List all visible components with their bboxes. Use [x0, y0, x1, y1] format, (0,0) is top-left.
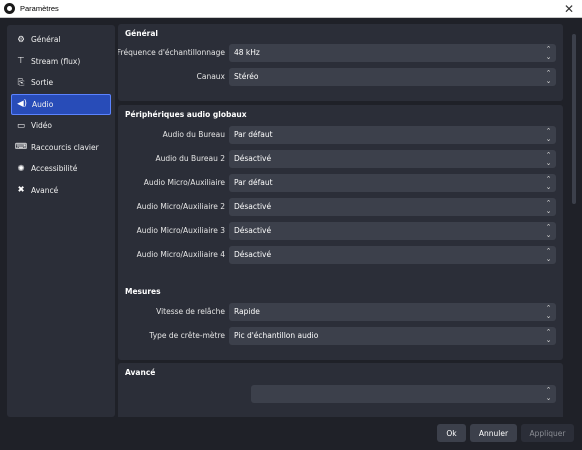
field-label: Audio du Bureau 2 — [155, 154, 225, 163]
desktop-audio-2-row: Audio du Bureau 2 Désactivé ⌃ ⌄ — [118, 150, 563, 168]
select-value: Désactivé — [234, 226, 272, 235]
channels-select[interactable]: Stéréo ⌃ ⌄ — [229, 68, 556, 86]
desktop-audio-select[interactable]: Par défaut ⌃ ⌄ — [229, 126, 556, 144]
keyboard-icon: ⌨ — [14, 142, 28, 153]
advanced-group: Avancé ⌃ ⌄ — [118, 363, 563, 417]
close-window-button[interactable]: ✕ — [562, 2, 576, 16]
sidebar-item-label: Général — [31, 35, 61, 45]
chevron-updown-icon: ⌃ ⌄ — [545, 199, 552, 215]
global-audio-devices-group: Périphériques audio globaux Audio du Bur… — [118, 105, 563, 293]
sidebar-item-label: Avancé — [31, 185, 59, 195]
mic-aux-2-select[interactable]: Désactivé ⌃ ⌄ — [229, 198, 556, 216]
monitor-icon: ▭ — [16, 120, 26, 131]
field-label: Fréquence d'échantillonnage — [118, 48, 225, 57]
channels-row: Canaux Stéréo ⌃ ⌄ — [118, 68, 563, 86]
field-label: Audio du Bureau — [162, 130, 225, 139]
select-value: Désactivé — [234, 202, 272, 211]
settings-content: Général Fréquence d'échantillonnage 48 k… — [118, 24, 570, 417]
general-group: Général Fréquence d'échantillonnage 48 k… — [118, 24, 563, 101]
mic-aux-4-select[interactable]: Désactivé ⌃ ⌄ — [229, 246, 556, 264]
sidebar-item-stream[interactable]: ⊤ Stream (flux) — [7, 51, 115, 73]
gear-icon: ⚙ — [17, 34, 25, 45]
settings-sidebar: ⚙ Général ⊤ Stream (flux) ⎘ Sortie ◀) Audio … — [7, 25, 115, 417]
chevron-updown-icon: ⌃ ⌄ — [545, 175, 552, 191]
sample-rate-select[interactable]: 48 kHz ⌃ ⌄ — [229, 44, 556, 62]
sidebar-item-output[interactable]: ⎘ Sortie — [7, 72, 115, 94]
sidebar-item-video[interactable]: ▭ Vidéo — [7, 115, 115, 137]
obs-logo-icon — [4, 3, 15, 14]
antenna-icon: ⊤ — [17, 56, 25, 67]
select-value: Stéréo — [234, 72, 259, 81]
meters-group: Mesures Vitesse de relâche Rapide ⌃ ⌄ Type… — [118, 282, 563, 360]
advanced-select[interactable]: ⌃ ⌄ — [251, 385, 556, 403]
sidebar-item-audio[interactable]: ◀) Audio — [11, 93, 111, 115]
chevron-updown-icon: ⌃ ⌄ — [545, 45, 552, 61]
ok-button[interactable]: Ok — [437, 424, 466, 442]
sidebar-item-label: Vidéo — [31, 121, 53, 131]
content-scrollbar[interactable] — [571, 24, 577, 417]
mic-aux-2-row: Audio Micro/Auxiliaire 2 Désactivé ⌃ ⌄ — [118, 198, 563, 216]
sidebar-item-hotkeys[interactable]: ⌨ Raccourcis clavier — [7, 137, 115, 159]
accessibility-icon: ✺ — [17, 163, 25, 174]
group-title: Mesures — [125, 287, 161, 296]
field-label: Type de crête-mètre — [149, 331, 225, 340]
window-title: Paramètres — [20, 4, 59, 13]
chevron-updown-icon: ⌃ ⌄ — [545, 386, 552, 402]
sidebar-item-label: Sortie — [31, 78, 54, 88]
chevron-updown-icon: ⌃ ⌄ — [545, 127, 552, 143]
mic-aux-3-select[interactable]: Désactivé ⌃ ⌄ — [229, 222, 556, 240]
field-label: Audio Micro/Auxiliaire 2 — [136, 202, 225, 211]
desktop-audio-2-select[interactable]: Désactivé ⌃ ⌄ — [229, 150, 556, 168]
chevron-updown-icon: ⌃ ⌄ — [545, 304, 552, 320]
field-label: Audio Micro/Auxiliaire 4 — [136, 250, 225, 259]
apply-button[interactable]: Appliquer — [521, 424, 574, 442]
sidebar-item-label: Audio — [32, 99, 54, 109]
field-label: Audio Micro/Auxiliaire 3 — [136, 226, 225, 235]
cancel-button[interactable]: Annuler — [470, 424, 517, 442]
speaker-icon: ◀) — [17, 99, 27, 110]
select-value: Pic d'échantillon audio — [234, 331, 319, 340]
title-bar: Paramètres ✕ — [0, 0, 582, 18]
tools-icon: ✖ — [17, 185, 25, 196]
sample-rate-row: Fréquence d'échantillonnage 48 kHz ⌃ ⌄ — [118, 44, 563, 62]
mic-aux-row: Audio Micro/Auxiliaire Par défaut ⌃ ⌄ — [118, 174, 563, 192]
scrollbar-thumb[interactable] — [572, 34, 576, 204]
select-value: Rapide — [234, 307, 260, 316]
desktop-audio-row: Audio du Bureau Par défaut ⌃ ⌄ — [118, 126, 563, 144]
mic-aux-4-row: Audio Micro/Auxiliaire 4 Désactivé ⌃ ⌄ — [118, 246, 563, 264]
chevron-updown-icon: ⌃ ⌄ — [545, 69, 552, 85]
chevron-updown-icon: ⌃ ⌄ — [545, 151, 552, 167]
mic-aux-select[interactable]: Par défaut ⌃ ⌄ — [229, 174, 556, 192]
group-title: Général — [125, 29, 158, 38]
field-label: Vitesse de relâche — [156, 307, 225, 316]
decay-rate-select[interactable]: Rapide ⌃ ⌄ — [229, 303, 556, 321]
sidebar-item-label: Accessibilité — [31, 164, 78, 174]
group-title: Avancé — [125, 368, 156, 377]
chevron-updown-icon: ⌃ ⌄ — [545, 223, 552, 239]
chevron-updown-icon: ⌃ ⌄ — [545, 328, 552, 344]
output-icon: ⎘ — [17, 77, 25, 88]
sidebar-item-accessibility[interactable]: ✺ Accessibilité — [7, 158, 115, 180]
select-value: 48 kHz — [234, 48, 260, 57]
select-value: Par défaut — [234, 178, 273, 187]
sidebar-item-label: Raccourcis clavier — [31, 142, 99, 152]
peak-meter-type-row: Type de crête-mètre Pic d'échantillon au… — [118, 327, 563, 345]
mic-aux-3-row: Audio Micro/Auxiliaire 3 Désactivé ⌃ ⌄ — [118, 222, 563, 240]
sidebar-item-general[interactable]: ⚙ Général — [7, 29, 115, 51]
select-value: Par défaut — [234, 130, 273, 139]
field-label: Audio Micro/Auxiliaire — [143, 178, 225, 187]
sidebar-item-advanced[interactable]: ✖ Avancé — [7, 180, 115, 202]
select-value: Désactivé — [234, 154, 272, 163]
advanced-row-partial: ⌃ ⌄ — [118, 385, 563, 403]
chevron-updown-icon: ⌃ ⌄ — [545, 247, 552, 263]
sidebar-item-label: Stream (flux) — [31, 56, 81, 66]
group-title: Périphériques audio globaux — [125, 110, 247, 119]
select-value: Désactivé — [234, 250, 272, 259]
decay-rate-row: Vitesse de relâche Rapide ⌃ ⌄ — [118, 303, 563, 321]
field-label: Canaux — [196, 72, 225, 81]
peak-meter-type-select[interactable]: Pic d'échantillon audio ⌃ ⌄ — [229, 327, 556, 345]
